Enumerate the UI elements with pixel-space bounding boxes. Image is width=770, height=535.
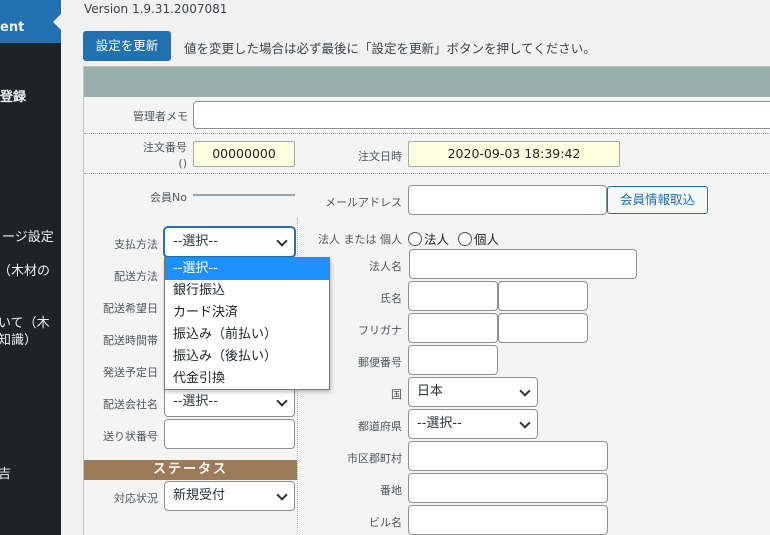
status-select[interactable]: 新規受付 (164, 481, 295, 511)
address-label: 番地 (380, 484, 402, 497)
version-text: Version 1.9.31.2007081 (84, 2, 228, 16)
entity-person-label: 個人 (474, 232, 500, 247)
sidebar-item-shop[interactable]: 吉 (0, 463, 11, 482)
divider (84, 133, 770, 134)
ship-plan-date-label: 発送予定日 (103, 366, 158, 379)
chevron-down-icon (519, 385, 531, 397)
chevron-down-icon (276, 235, 288, 247)
update-note-text: 値を変更した場合は必ず最後に「設定を更新」ボタンを押してください。 (184, 41, 596, 56)
entity-type-label: 法人 または 個人 (318, 233, 402, 246)
chevron-down-icon (276, 489, 288, 501)
building-label: ビル名 (369, 516, 402, 529)
sidebar-item-label: ent (0, 20, 25, 35)
first-kana-input[interactable] (498, 313, 588, 343)
last-kana-input[interactable] (408, 313, 498, 343)
current-indicator-icon (53, 14, 61, 30)
payment-option[interactable]: --選択-- (165, 258, 329, 280)
radio-icon (458, 232, 472, 246)
payment-option[interactable]: 振込み（後払い） (165, 346, 329, 368)
update-settings-button[interactable]: 設定を更新 (83, 31, 171, 61)
panel-header (84, 67, 770, 97)
address-input[interactable] (408, 473, 608, 503)
order-number-label: 注文番号 (143, 141, 187, 154)
chevron-down-icon (519, 417, 531, 429)
delivery-time-label: 配送時間帯 (103, 334, 158, 347)
payment-option[interactable]: 銀行振込 (165, 280, 329, 302)
sidebar-item-register[interactable]: 登録 (0, 86, 26, 105)
status-value: 新規受付 (173, 488, 226, 503)
country-select[interactable]: 日本 (408, 377, 538, 407)
payment-method-label: 支払方法 (114, 238, 158, 251)
entity-corp-radio[interactable]: 法人 (408, 229, 449, 248)
last-name-input[interactable] (408, 281, 498, 311)
tracking-number-label: 送り状番号 (103, 430, 158, 443)
memo-label: 管理者メモ (133, 110, 188, 123)
email-input[interactable] (408, 185, 607, 215)
member-no-label: 会員No (150, 191, 187, 204)
city-label: 市区郡町村 (347, 452, 402, 465)
carrier-select[interactable]: --選択-- (164, 387, 295, 417)
entity-corp-label: 法人 (424, 232, 450, 247)
prefecture-value: --選択-- (417, 416, 462, 431)
zip-label: 郵便番号 (358, 356, 402, 369)
name-label: 氏名 (380, 292, 402, 305)
sidebar-item-wood[interactable]: （木材の (0, 260, 50, 279)
fetch-member-button[interactable]: 会員情報取込 (607, 186, 708, 214)
tracking-number-input[interactable] (164, 419, 295, 449)
carrier-value: --選択-- (173, 394, 218, 409)
divider (84, 173, 770, 174)
order-date-label: 注文日時 (358, 150, 402, 163)
first-name-input[interactable] (498, 281, 588, 311)
sidebar-item-knowledge[interactable]: 知識） (0, 329, 37, 348)
admin-sidebar: ent 登録 ージ設定 （木材の いて（木 知識） 吉 (0, 0, 61, 535)
country-label: 国 (391, 388, 402, 401)
prefecture-label: 都道府県 (358, 420, 402, 433)
order-date-field: 2020-09-03 18:39:42 (408, 141, 620, 167)
payment-method-value: --選択-- (173, 234, 218, 249)
corp-name-label: 法人名 (369, 260, 402, 273)
chevron-down-icon (276, 395, 288, 407)
payment-option[interactable]: 代金引換 (165, 368, 329, 390)
payment-option[interactable]: カード決済 (165, 302, 329, 324)
city-input[interactable] (408, 441, 608, 471)
entity-person-radio[interactable]: 個人 (458, 229, 499, 248)
admin-memo-input[interactable] (193, 101, 770, 129)
payment-method-dropdown: --選択-- 銀行振込 カード決済 振込み（前払い） 振込み（後払い） 代金引換 (164, 257, 330, 390)
carrier-label: 配送会社名 (103, 398, 158, 411)
delivery-date-label: 配送希望日 (103, 302, 158, 315)
radio-icon (408, 232, 422, 246)
order-number-field: 00000000 (193, 141, 295, 167)
zip-input[interactable] (408, 345, 498, 375)
member-no-field (193, 194, 295, 196)
status-label: 対応状況 (114, 492, 158, 505)
order-number-sub: () (178, 157, 187, 170)
prefecture-select[interactable]: --選択-- (408, 409, 538, 439)
kana-label: フリガナ (358, 324, 402, 337)
payment-method-select[interactable]: --選択-- (164, 227, 295, 257)
email-label: メールアドレス (325, 196, 402, 209)
sidebar-item-current[interactable]: ent (0, 0, 61, 43)
shipping-method-label: 配送方法 (114, 270, 158, 283)
building-input[interactable] (408, 505, 608, 535)
corp-name-input[interactable] (409, 249, 637, 279)
status-section-header: ステータス (84, 460, 297, 480)
payment-option[interactable]: 振込み（前払い） (165, 324, 329, 346)
country-value: 日本 (417, 384, 444, 399)
sidebar-item-page-settings[interactable]: ージ設定 (2, 226, 54, 245)
